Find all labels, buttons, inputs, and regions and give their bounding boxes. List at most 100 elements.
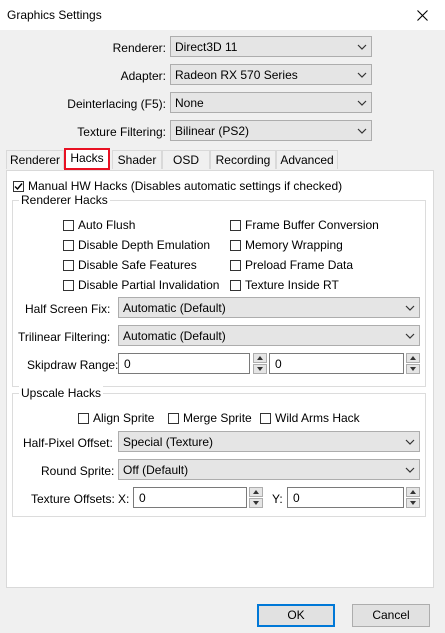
texture-offset-y-spinner [406, 487, 420, 508]
spin-down-button[interactable] [406, 498, 420, 508]
frame-buffer-conversion-checkbox[interactable]: Frame Buffer Conversion [230, 218, 379, 232]
texture-offset-x-value: 0 [139, 491, 146, 505]
checkbox-label: Frame Buffer Conversion [245, 218, 379, 232]
tab-advanced[interactable]: Advanced [276, 150, 338, 169]
hacks-panel: Manual HW Hacks (Disables automatic sett… [6, 170, 434, 588]
spin-down-button[interactable] [249, 498, 263, 508]
checkbox-label: Texture Inside RT [245, 278, 339, 292]
spin-up-button[interactable] [249, 487, 263, 497]
disable-depth-emulation-checkbox[interactable]: Disable Depth Emulation [63, 238, 210, 252]
checkbox-box [13, 180, 24, 192]
chevron-down-icon [253, 501, 259, 505]
tab-shader[interactable]: Shader [112, 150, 162, 169]
texture-filtering-value: Bilinear (PS2) [175, 124, 250, 138]
skipdraw-start-input[interactable]: 0 [118, 353, 250, 374]
texture-offsets-label: Texture Offsets: [31, 492, 115, 506]
wild-arms-hack-checkbox[interactable]: Wild Arms Hack [260, 411, 360, 425]
checkbox-box [63, 259, 74, 271]
cancel-button[interactable]: Cancel [352, 604, 430, 627]
trilinear-filtering-value: Automatic (Default) [123, 329, 226, 343]
chevron-down-icon [410, 367, 416, 371]
half-pixel-offset-select[interactable]: Special (Texture) [118, 431, 420, 452]
chevron-down-icon [405, 467, 415, 473]
skipdraw-end-value: 0 [275, 357, 282, 371]
texture-offset-x-input[interactable]: 0 [133, 487, 247, 508]
chevron-down-icon [410, 501, 416, 505]
round-sprite-label: Round Sprite: [41, 464, 115, 478]
trilinear-filtering-select[interactable]: Automatic (Default) [118, 325, 420, 346]
checkbox-box [230, 239, 241, 251]
chevron-down-icon [357, 44, 367, 50]
skipdraw-start-spinner [253, 353, 267, 374]
deinterlacing-label: Deinterlacing (F5): [67, 97, 166, 111]
upscale-hacks-title: Upscale Hacks [19, 386, 104, 400]
spin-up-button[interactable] [406, 487, 420, 497]
skipdraw-start-value: 0 [124, 357, 131, 371]
spin-down-button[interactable] [253, 364, 267, 374]
spin-up-button[interactable] [406, 353, 420, 363]
chevron-down-icon [257, 367, 263, 371]
half-pixel-offset-value: Special (Texture) [123, 435, 214, 449]
disable-partial-invalidation-checkbox[interactable]: Disable Partial Invalidation [63, 278, 219, 292]
texture-offset-x-spinner [249, 487, 263, 508]
tab-renderer[interactable]: Renderer [6, 150, 64, 169]
chevron-down-icon [357, 100, 367, 106]
half-screen-fix-label: Half Screen Fix: [25, 302, 111, 316]
half-screen-fix-select[interactable]: Automatic (Default) [118, 297, 420, 318]
chevron-up-icon [257, 356, 263, 360]
skipdraw-end-input[interactable]: 0 [269, 353, 404, 374]
preload-frame-data-checkbox[interactable]: Preload Frame Data [230, 258, 353, 272]
checkbox-box [63, 279, 74, 291]
spin-down-button[interactable] [406, 364, 420, 374]
chevron-down-icon [405, 305, 415, 311]
close-icon [416, 9, 428, 21]
renderer-select[interactable]: Direct3D 11 [170, 36, 372, 57]
checkbox-box [230, 279, 241, 291]
ok-button[interactable]: OK [257, 604, 335, 627]
chevron-down-icon [357, 72, 367, 78]
half-screen-fix-value: Automatic (Default) [123, 301, 226, 315]
tab-recording[interactable]: Recording [210, 150, 276, 169]
disable-safe-features-checkbox[interactable]: Disable Safe Features [63, 258, 197, 272]
renderer-value: Direct3D 11 [175, 40, 238, 54]
checkbox-box [78, 412, 89, 424]
tab-osd[interactable]: OSD [162, 150, 210, 169]
chevron-down-icon [405, 439, 415, 445]
half-pixel-offset-label: Half-Pixel Offset: [23, 436, 113, 450]
checkbox-box [230, 219, 241, 231]
texture-inside-rt-checkbox[interactable]: Texture Inside RT [230, 278, 339, 292]
renderer-label: Renderer: [112, 41, 166, 55]
adapter-value: Radeon RX 570 Series [175, 68, 298, 82]
checkbox-box [230, 259, 241, 271]
memory-wrapping-checkbox[interactable]: Memory Wrapping [230, 238, 343, 252]
checkbox-box [260, 412, 271, 424]
align-sprite-checkbox[interactable]: Align Sprite [78, 411, 154, 425]
close-button[interactable] [399, 0, 445, 30]
deinterlacing-select[interactable]: None [170, 92, 372, 113]
texture-filtering-label: Texture Filtering: [77, 125, 166, 139]
deinterlacing-value: None [175, 96, 204, 110]
skipdraw-end-spinner [406, 353, 420, 374]
skipdraw-range-label: Skipdraw Range: [27, 358, 119, 372]
checkbox-label: Auto Flush [78, 218, 136, 232]
checkbox-label: Preload Frame Data [245, 258, 354, 272]
texture-offset-y-label: Y: [272, 492, 283, 506]
checkbox-box [63, 219, 74, 231]
spin-up-button[interactable] [253, 353, 267, 363]
tab-hacks[interactable]: Hacks [64, 148, 110, 170]
adapter-select[interactable]: Radeon RX 570 Series [170, 64, 372, 85]
auto-flush-checkbox[interactable]: Auto Flush [63, 218, 135, 232]
trilinear-filtering-label: Trilinear Filtering: [18, 330, 111, 344]
checkbox-label: Align Sprite [93, 411, 155, 425]
texture-filtering-select[interactable]: Bilinear (PS2) [170, 120, 372, 141]
upscale-hacks-group: Upscale Hacks Align Sprite Merge Sprite … [12, 386, 426, 517]
round-sprite-value: Off (Default) [123, 463, 189, 477]
chevron-up-icon [410, 356, 416, 360]
round-sprite-select[interactable]: Off (Default) [118, 459, 420, 480]
chevron-up-icon [253, 490, 259, 494]
texture-offset-x-label: X: [118, 492, 130, 506]
merge-sprite-checkbox[interactable]: Merge Sprite [168, 411, 252, 425]
checkbox-label: Disable Safe Features [78, 258, 197, 272]
manual-hw-hacks-checkbox[interactable]: Manual HW Hacks (Disables automatic sett… [13, 179, 342, 193]
texture-offset-y-input[interactable]: 0 [287, 487, 404, 508]
